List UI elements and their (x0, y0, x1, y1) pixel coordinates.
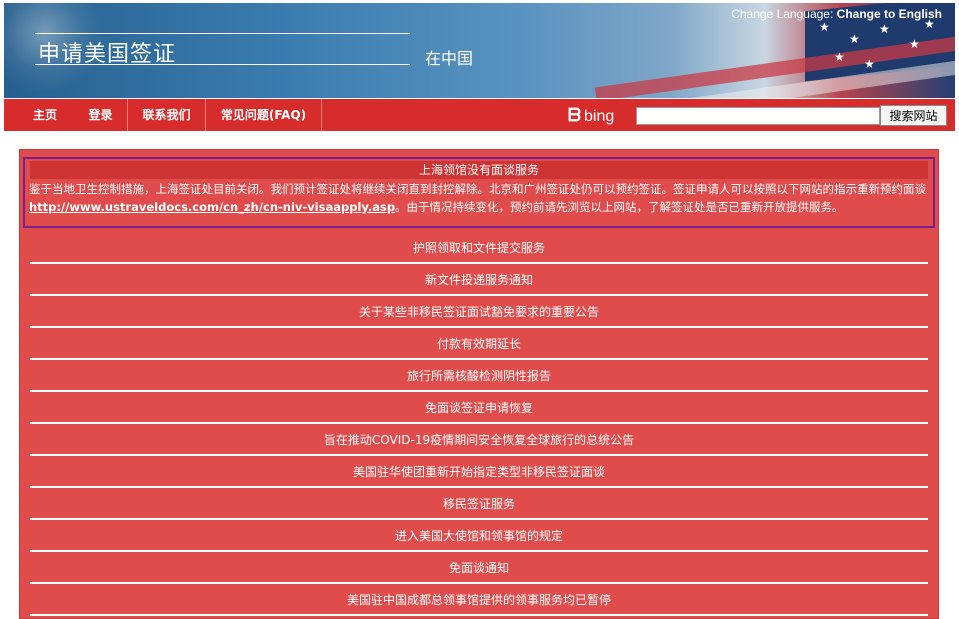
notice-item[interactable]: 进入美国大使馆和领事馆的规定 (30, 520, 928, 552)
bing-logo: ᗷ bing (568, 105, 614, 126)
star-icon: ★ (864, 57, 875, 71)
nav-item-contact[interactable]: 联系我们 (128, 99, 206, 131)
alert-body-text: 。由于情况持续变化，预约前请先浏览以上网站，了解签证处是否已重新开放提供服务。 (395, 200, 844, 214)
notice-item[interactable]: 旨在推动COVID-19疫情期间安全恢复全球旅行的总统公告 (30, 424, 928, 456)
star-icon: ★ (879, 22, 890, 36)
visa-apply-link[interactable]: http://www.ustraveldocs.com/cn_zh/cn-niv… (29, 200, 395, 214)
main-nav: 主页 登录 联系我们 常见问题(FAQ) ᗷ bing 搜索网站 (4, 99, 955, 131)
alert-body-text: 鉴于当地卫生控制措施，上海签证处目前关闭。我们预计签证处将继续关闭直到封控解除。… (29, 182, 926, 196)
notice-item[interactable]: 免面谈签证申请恢复 (30, 392, 928, 424)
notice-item[interactable]: 关于某些非移民签证面试豁免要求的重要公告 (30, 296, 928, 328)
notice-panel: 上海领馆没有面谈服务 鉴于当地卫生控制措施，上海签证处目前关闭。我们预计签证处将… (19, 149, 939, 619)
notice-item[interactable]: 美国驻中国成都总领事馆提供的领事服务均已暂停 (30, 584, 928, 616)
change-to-english-link[interactable]: Change to English (837, 7, 942, 21)
notice-item[interactable]: 移民签证服务 (30, 488, 928, 520)
notice-item[interactable]: 免面谈通知 (30, 552, 928, 584)
notice-item[interactable]: 付款有效期延长 (30, 328, 928, 360)
notice-item[interactable]: 美国驻华使团重新开始指定类型非移民签证面谈 (30, 456, 928, 488)
page-title: 申请美国签证 (38, 42, 177, 67)
star-icon: ★ (834, 50, 845, 64)
nav-item-login[interactable]: 登录 (74, 99, 128, 131)
page-subtitle: 在中国 (425, 49, 474, 68)
search-button[interactable]: 搜索网站 (880, 105, 947, 126)
notice-list: 护照领取和文件提交服务 新文件投递服务通知 关于某些非移民签证面试豁免要求的重要… (30, 232, 928, 616)
star-icon: ★ (849, 32, 860, 46)
notice-item[interactable]: 旅行所需核酸检测阴性报告 (30, 360, 928, 392)
notice-item[interactable]: 护照领取和文件提交服务 (30, 232, 928, 264)
nav-item-faq[interactable]: 常见问题(FAQ) (206, 99, 322, 131)
change-language-label: Change Language: (731, 7, 834, 21)
star-icon: ★ (819, 20, 830, 34)
title-divider (35, 33, 410, 34)
search-input[interactable] (636, 107, 880, 125)
alert-body: 鉴于当地卫生控制措施，上海签证处目前关闭。我们预计签证处将继续关闭直到封控解除。… (29, 180, 929, 216)
bing-logo-text: bing (584, 108, 615, 125)
bing-icon: ᗷ (568, 105, 581, 125)
alert-title: 上海领馆没有面谈服务 (30, 161, 928, 179)
notice-item[interactable]: 新文件投递服务通知 (30, 264, 928, 296)
alert-box: 上海领馆没有面谈服务 鉴于当地卫生控制措施，上海签证处目前关闭。我们预计签证处将… (23, 157, 935, 228)
language-switcher: Change Language: Change to English (731, 7, 942, 21)
star-icon: ★ (909, 37, 920, 51)
